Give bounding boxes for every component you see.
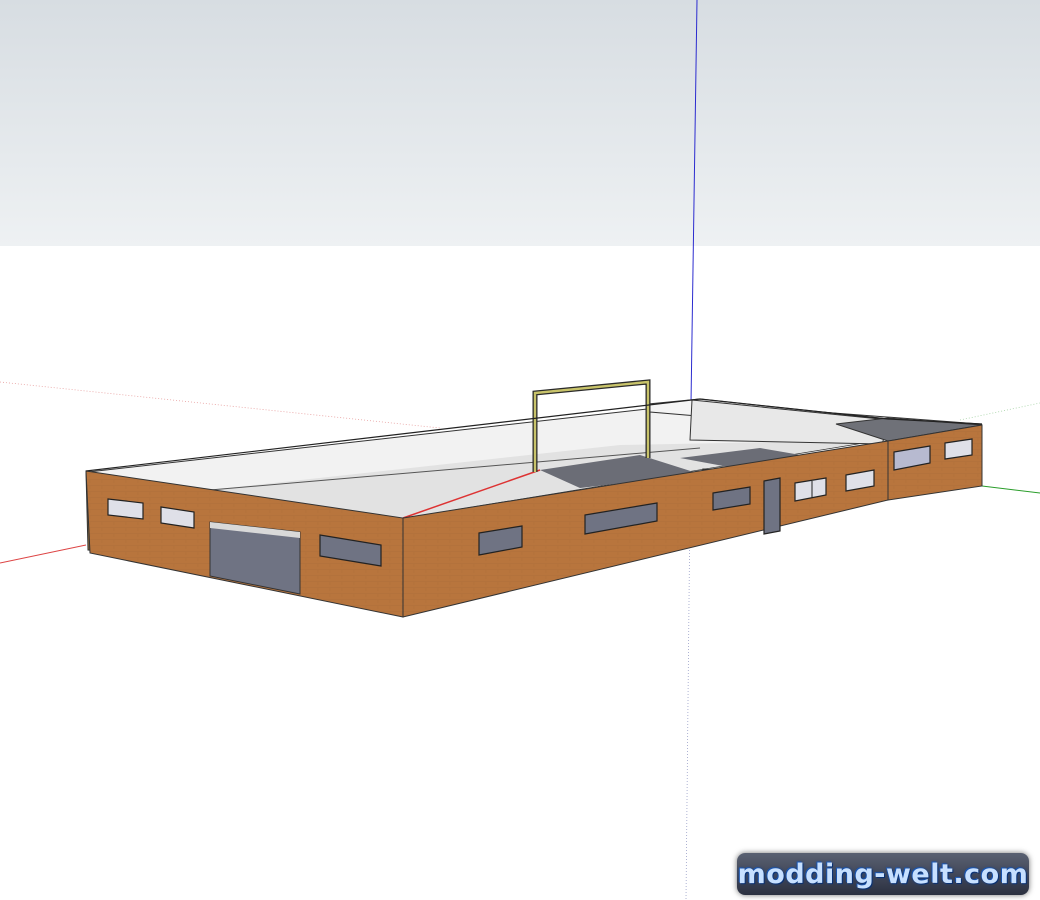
watermark-text: modding-welt.com	[737, 858, 1029, 890]
sky	[0, 0, 1040, 246]
window	[944, 438, 973, 460]
window	[107, 498, 144, 520]
door	[763, 477, 781, 535]
watermark: modding-welt.com	[737, 853, 1029, 895]
3d-viewport[interactable]	[0, 0, 1040, 900]
